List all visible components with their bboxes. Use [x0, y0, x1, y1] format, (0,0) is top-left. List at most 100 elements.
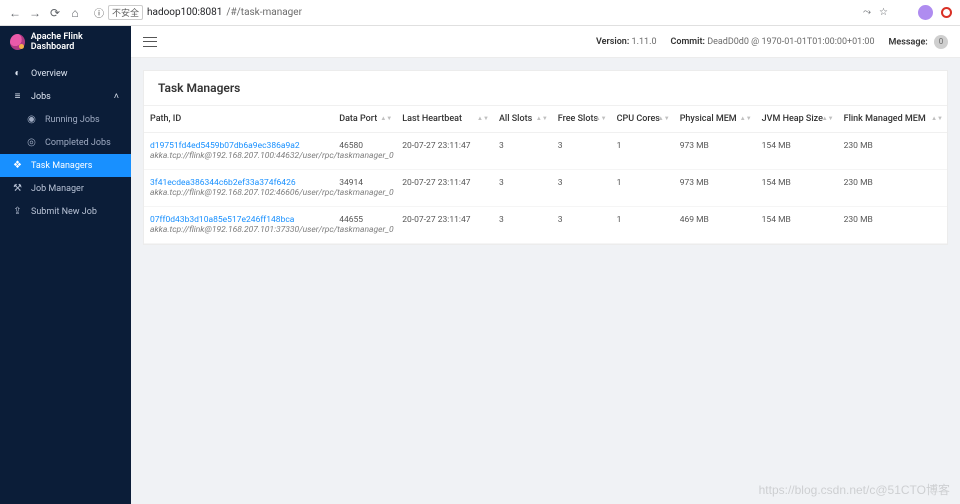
tm-id-link[interactable]: 3f41ecdea386344c6b2ef33a374f6426	[150, 178, 327, 188]
cell-flink-mem: 230 MB	[838, 170, 947, 207]
topbar: Version: 1.11.0 Commit: DeadD0d0 @ 1970-…	[131, 26, 960, 58]
commit-info: Commit: DeadD0d0 @ 1970-01-01T01:00:00+0…	[671, 37, 875, 47]
cell-jvm-heap: 154 MB	[756, 207, 838, 244]
chevron-up-icon: ˄	[114, 91, 119, 102]
url-host: hadoop100:8081	[147, 7, 222, 18]
sidebar-label: Job Manager	[31, 184, 84, 194]
sidebar-label: Running Jobs	[45, 115, 100, 125]
task-managers-table: Path, ID Data Port▲▼ Last Heartbeat▲▼ Al…	[144, 106, 947, 244]
sort-icon: ▲▼	[931, 117, 943, 121]
col-physical-mem[interactable]: Physical MEM▲▼	[674, 106, 756, 133]
brand-title: Apache Flink Dashboard	[31, 32, 121, 52]
table-header: Path, ID Data Port▲▼ Last Heartbeat▲▼ Al…	[144, 106, 947, 133]
cell-jvm-heap: 154 MB	[756, 133, 838, 170]
cell-all-slots: 3	[493, 170, 552, 207]
sidebar-item-jobs[interactable]: ≡ Jobs ˄	[0, 85, 131, 108]
profile-avatar[interactable]	[918, 5, 933, 20]
sidebar: Apache Flink Dashboard ◐ Overview ≡ Jobs…	[0, 26, 131, 504]
cell-free-slots: 3	[552, 207, 611, 244]
cell-heartbeat: 20-07-27 23:11:47	[396, 207, 493, 244]
play-circle-icon: ◉	[26, 114, 37, 125]
cell-flink-mem: 230 MB	[838, 133, 947, 170]
cell-physical-mem: 973 MB	[674, 133, 756, 170]
watermark: https://blog.csdn.net/c@51CTO博客	[759, 481, 950, 498]
cell-jvm-heap: 154 MB	[756, 170, 838, 207]
insecure-badge: 不安全	[108, 5, 143, 20]
tm-id-link[interactable]: d19751fd4ed5459b07db6a9ec386a9a2	[150, 141, 327, 151]
translate-icon[interactable]: ⤳	[863, 7, 871, 18]
sort-icon: ▲▼	[595, 117, 607, 121]
info-icon: ⓘ	[94, 5, 104, 20]
sidebar-label: Overview	[31, 69, 67, 79]
sidebar-item-submit-job[interactable]: ⇪ Submit New Job	[0, 200, 131, 223]
col-data-port[interactable]: Data Port▲▼	[333, 106, 396, 133]
task-managers-card: Task Managers Path, ID Data Port▲▼ Last …	[143, 70, 948, 245]
sidebar-label: Submit New Job	[31, 207, 97, 217]
cell-heartbeat: 20-07-27 23:11:47	[396, 133, 493, 170]
message-count-badge[interactable]: 0	[934, 35, 948, 49]
dashboard-icon: ◐	[12, 68, 23, 79]
table-row[interactable]: d19751fd4ed5459b07db6a9ec386a9a2 akka.tc…	[144, 133, 947, 170]
chrome-actions: ⤳ ☆	[863, 5, 952, 20]
forward-icon[interactable]: →	[28, 6, 42, 20]
sort-icon: ▲▼	[536, 117, 548, 121]
tm-akka-path: akka.tcp://flink@192.168.207.102:46606/u…	[150, 188, 327, 198]
version-info: Version: 1.11.0	[596, 37, 657, 47]
cell-cpu-cores: 1	[611, 207, 674, 244]
bookmark-icon[interactable]: ☆	[879, 7, 888, 18]
sidebar-label: Jobs	[31, 92, 51, 102]
extension-icon[interactable]	[896, 6, 910, 20]
card-title: Task Managers	[144, 71, 947, 106]
menu-toggle-icon[interactable]	[143, 35, 157, 49]
tm-akka-path: akka.tcp://flink@192.168.207.101:37330/u…	[150, 225, 327, 235]
cell-cpu-cores: 1	[611, 170, 674, 207]
table-row[interactable]: 3f41ecdea386344c6b2ef33a374f6426 akka.tc…	[144, 170, 947, 207]
col-all-slots[interactable]: All Slots▲▼	[493, 106, 552, 133]
cluster-icon: ❖	[12, 160, 23, 171]
sort-icon: ▲▼	[658, 117, 670, 121]
cell-all-slots: 3	[493, 133, 552, 170]
brand: Apache Flink Dashboard	[0, 26, 131, 58]
sidebar-item-job-manager[interactable]: ⚒ Job Manager	[0, 177, 131, 200]
col-jvm-heap[interactable]: JVM Heap Size▲▼	[756, 106, 838, 133]
cell-free-slots: 3	[552, 170, 611, 207]
flink-logo-icon	[10, 34, 25, 50]
cell-heartbeat: 20-07-27 23:11:47	[396, 170, 493, 207]
tm-id-link[interactable]: 07ff0d43b3d10a85e517e246ff148bca	[150, 215, 327, 225]
sidebar-item-running-jobs[interactable]: ◉ Running Jobs	[0, 108, 131, 131]
cell-physical-mem: 469 MB	[674, 207, 756, 244]
cell-cpu-cores: 1	[611, 133, 674, 170]
sort-icon: ▲▼	[380, 117, 392, 121]
sort-icon: ▲▼	[740, 117, 752, 121]
tm-akka-path: akka.tcp://flink@192.168.207.100:44632/u…	[150, 151, 327, 161]
sidebar-menu: ◐ Overview ≡ Jobs ˄ ◉ Running Jobs ◎ Com…	[0, 58, 131, 227]
col-path[interactable]: Path, ID	[144, 106, 333, 133]
bars-icon: ≡	[12, 91, 23, 102]
cell-flink-mem: 230 MB	[838, 207, 947, 244]
message-info: Message: 0	[889, 35, 948, 49]
cell-physical-mem: 973 MB	[674, 170, 756, 207]
sidebar-item-task-managers[interactable]: ❖ Task Managers	[0, 154, 131, 177]
table-row[interactable]: 07ff0d43b3d10a85e517e246ff148bca akka.tc…	[144, 207, 947, 244]
sidebar-label: Task Managers	[31, 161, 92, 171]
build-icon: ⚒	[12, 183, 23, 194]
home-icon[interactable]: ⌂	[68, 6, 82, 20]
sidebar-item-completed-jobs[interactable]: ◎ Completed Jobs	[0, 131, 131, 154]
sort-icon: ▲▼	[477, 117, 489, 121]
col-flink-managed-mem[interactable]: Flink Managed MEM▲▼	[838, 106, 947, 133]
sidebar-label: Completed Jobs	[45, 138, 111, 148]
col-last-heartbeat[interactable]: Last Heartbeat▲▼	[396, 106, 493, 133]
col-cpu-cores[interactable]: CPU Cores▲▼	[611, 106, 674, 133]
browser-chrome: ← → ⟳ ⌂ ⓘ 不安全 hadoop100:8081 /#/task-man…	[0, 0, 960, 26]
sidebar-item-overview[interactable]: ◐ Overview	[0, 62, 131, 85]
cell-all-slots: 3	[493, 207, 552, 244]
stop-icon[interactable]	[941, 7, 952, 18]
sort-icon: ▲▼	[822, 117, 834, 121]
main: Version: 1.11.0 Commit: DeadD0d0 @ 1970-…	[131, 26, 960, 504]
address-bar[interactable]: ⓘ 不安全 hadoop100:8081 /#/task-manager	[88, 4, 857, 22]
reload-icon[interactable]: ⟳	[48, 6, 62, 20]
col-free-slots[interactable]: Free Slots▲▼	[552, 106, 611, 133]
cell-free-slots: 3	[552, 133, 611, 170]
url-path: /#/task-manager	[226, 7, 302, 18]
back-icon[interactable]: ←	[8, 6, 22, 20]
